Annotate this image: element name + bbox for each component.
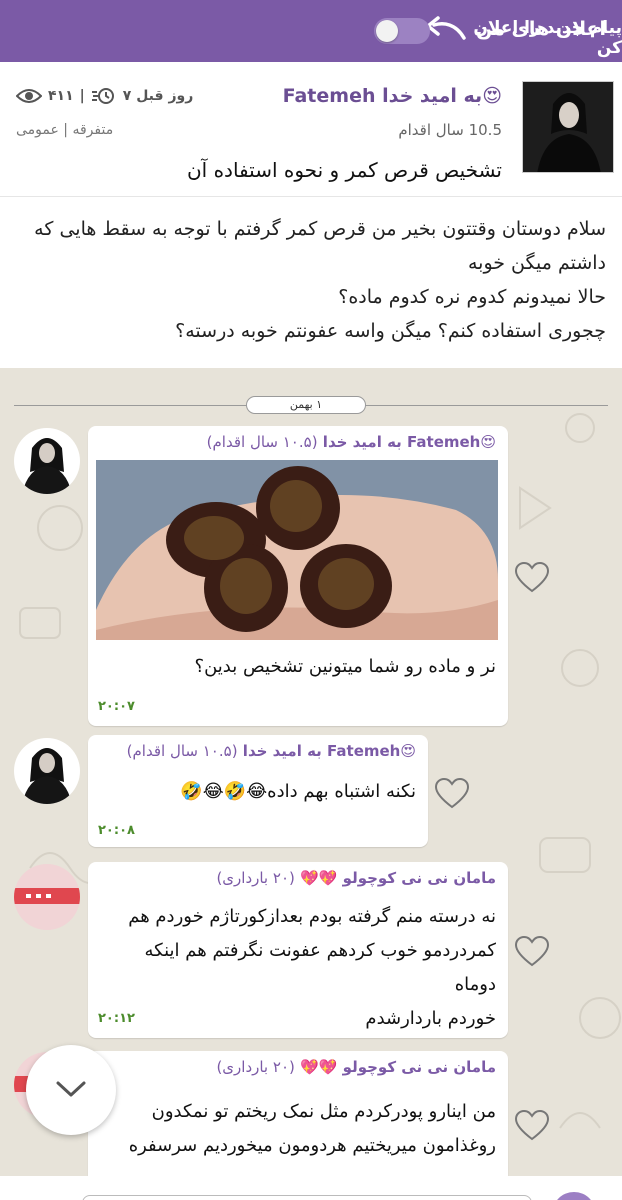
message-line: من اینارو پودرکردم مثل نمک ریختم تو نمکد… (151, 1101, 496, 1122)
sender-stage: (۱۰.۵ سال اقدام) (206, 433, 318, 451)
views-count: ۴۱۱ (48, 88, 74, 104)
sender-name[interactable]: مامان نی نی کوچولو 💖💖 (۲۰ بارداری) (216, 869, 496, 887)
scroll-down-button[interactable] (26, 1045, 116, 1135)
bottom-bar (0, 1176, 622, 1200)
sender-name[interactable]: مامان نی نی کوچولو 💖💖 (۲۰ بارداری) (216, 1058, 496, 1076)
message-time: ۲۰:۰۸ (98, 823, 135, 838)
sender-name[interactable]: 😍Fatemeh به امید خدا (۱۰.۵ سال اقدام) (207, 433, 496, 451)
message-line: نه درسته منم گرفته بودم بعدازکورتاژم خور… (128, 906, 496, 927)
message-input[interactable] (82, 1195, 532, 1200)
message-text: نه درسته منم گرفته بودم بعدازکورتاژم خور… (98, 900, 496, 1036)
message-time: ۲۰:۰۷ (98, 699, 135, 714)
send-button[interactable] (552, 1192, 596, 1200)
meta-divider: | (79, 88, 85, 104)
like-heart-icon[interactable] (514, 1110, 550, 1142)
sender-stage: (۱۰.۵ سال اقدام) (126, 742, 238, 760)
post-body: سلام دوستان وقتتون بخیر من قرص کمر گرفتم… (0, 198, 622, 368)
message-time: ۲۰:۱۲ (98, 1011, 135, 1026)
body-line: داشتم میگن خوبه (467, 252, 606, 274)
message-text: نکنه اشتباه بهم داده😂🤣😂🤣 (180, 781, 416, 802)
time-ago: ۷ روز قبل (122, 88, 194, 104)
message-text: نر و ماده رو شما میتونین تشخیص بدین؟ (194, 656, 496, 677)
sender-name[interactable]: 😍Fatemeh به امید خدا (۱۰.۵ سال اقدام) (127, 742, 416, 760)
notify-toggle[interactable] (374, 18, 430, 44)
sender-name-text: مامان نی نی کوچولو 💖💖 (300, 1058, 496, 1076)
message-bubble: 😍Fatemeh به امید خدا (۱۰.۵ سال اقدام) نک… (88, 735, 428, 847)
author-stage: 10.5 سال اقدام (398, 121, 502, 139)
message-avatar[interactable] (14, 738, 80, 804)
post-category: متفرقه | عمومی (16, 122, 114, 138)
like-heart-icon[interactable] (514, 936, 550, 968)
message-text: من اینارو پودرکردم مثل نمک ریختم تو نمکد… (98, 1095, 496, 1163)
eye-icon (16, 89, 42, 103)
sender-stage: (۲۰ بارداری) (216, 1058, 295, 1076)
sender-name-text: 😍Fatemeh به امید خدا (322, 433, 496, 451)
toggle-knob (376, 20, 398, 42)
sender-name-text: مامان نی نی کوچولو 💖💖 (300, 869, 496, 887)
chevron-down-icon (56, 1081, 86, 1097)
body-line: چجوری استفاده کنم؟ میگن واسه عفونتم خوبه… (175, 320, 606, 342)
message-bubble: 😍Fatemeh به امید خدا (۱۰.۵ سال اقدام) نر… (88, 426, 508, 726)
like-heart-icon[interactable] (514, 562, 550, 594)
author-name[interactable]: 😍به امید خدا Fatemeh (283, 85, 502, 107)
notify-label: پیام جدید را اعلان کن (473, 18, 622, 58)
author-avatar[interactable] (522, 81, 614, 173)
message-line: روغذامون میریختیم هردومون میخوردیم سرسفر… (128, 1135, 496, 1156)
post-meta: ۴۱۱ | ۷ روز قبل (16, 87, 193, 105)
message-bubble: مامان نی نی کوچولو 💖💖 (۲۰ بارداری) نه در… (88, 862, 508, 1038)
post-title: تشخیص قرص کمر و نحوه استفاده آن (186, 158, 502, 182)
message-line: کمردردمو خوب کردهم عفونت نگرفتم هم اینکه… (144, 940, 497, 995)
body-line: حالا نمیدونم کدوم نره کدوم ماده؟ (338, 286, 606, 308)
message-photo[interactable] (96, 460, 498, 640)
body-line: سلام دوستان وقتتون بخیر من قرص کمر گرفتم… (34, 218, 606, 240)
top-bar: اعلان های من پیام جدید را اعلان کن (0, 0, 622, 62)
message-avatar[interactable] (14, 428, 80, 494)
message-line: خوردم باردارشدم (365, 1008, 496, 1029)
message-bubble: مامان نی نی کوچولو 💖💖 (۲۰ بارداری) من ای… (88, 1051, 508, 1191)
speed-clock-icon (91, 88, 114, 104)
message-avatar[interactable] (14, 864, 80, 930)
like-heart-icon[interactable] (434, 778, 470, 810)
sender-name-text: 😍Fatemeh به امید خدا (242, 742, 416, 760)
date-pill: ۱ بهمن (246, 396, 366, 414)
sender-stage: (۲۰ بارداری) (216, 869, 295, 887)
post-header: 😍به امید خدا Fatemeh 10.5 سال اقدام ۴۱۱ … (0, 75, 622, 197)
